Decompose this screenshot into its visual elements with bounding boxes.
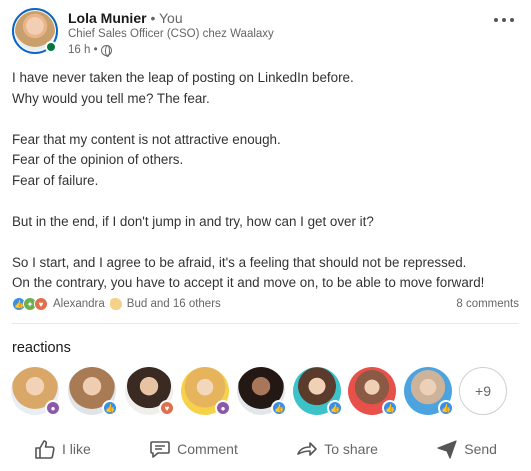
love-icon: ♥ bbox=[159, 400, 175, 416]
reactor-avatar[interactable]: ♥ bbox=[125, 367, 175, 416]
post-header: Lola Munier • You Chief Sales Officer (C… bbox=[12, 8, 519, 60]
post-line: Fear that my content is not attractive e… bbox=[12, 131, 281, 147]
reaction-icons[interactable]: 👍 ✦ ♥ bbox=[12, 297, 48, 311]
reactor-avatar[interactable]: 👍 bbox=[293, 367, 343, 416]
like-icon: 👍 bbox=[327, 400, 343, 416]
send-button[interactable]: Send bbox=[436, 439, 497, 459]
post-actions: I like Comment To share Send bbox=[12, 432, 519, 466]
like-label: I like bbox=[62, 441, 91, 457]
like-icon bbox=[35, 440, 55, 459]
love-icon: ♥ bbox=[34, 297, 48, 311]
author-name[interactable]: Lola Munier bbox=[68, 10, 147, 26]
insightful-icon: ● bbox=[45, 400, 61, 416]
share-label: To share bbox=[324, 441, 378, 457]
post-line: Fear of failure. bbox=[12, 172, 99, 188]
first-reactor: Alexandra bbox=[53, 298, 105, 310]
author-line: Lola Munier • You bbox=[68, 10, 183, 26]
reactors-list: ● 👍 ♥ ● 👍 👍 👍 👍 +9 bbox=[11, 367, 521, 417]
post-line: On the contrary, you have to accept it a… bbox=[12, 275, 485, 290]
online-status-icon bbox=[45, 41, 57, 53]
comments-count[interactable]: 8 comments bbox=[456, 298, 519, 310]
post-meta: 16 h • bbox=[68, 44, 112, 57]
post-line: But in the end, if I don't jump in and t… bbox=[12, 213, 374, 229]
author-title: Chief Sales Officer (CSO) chez Waalaxy bbox=[68, 28, 274, 40]
send-icon bbox=[437, 440, 457, 459]
send-label: Send bbox=[464, 441, 497, 457]
author-relation: • You bbox=[146, 10, 183, 26]
reactor-avatar[interactable]: 👍 bbox=[348, 367, 398, 416]
post-line: I have never taken the leap of posting o… bbox=[12, 70, 354, 85]
like-icon: 👍 bbox=[438, 400, 454, 416]
reactions-title: reactions bbox=[12, 340, 71, 356]
social-counts: 👍 ✦ ♥ Alexandra Bud and 16 others 8 comm… bbox=[12, 294, 519, 314]
insightful-icon: ● bbox=[215, 400, 231, 416]
reactor-avatar[interactable]: 👍 bbox=[237, 367, 287, 416]
clap-icon bbox=[109, 298, 122, 310]
like-icon: 👍 bbox=[382, 400, 398, 416]
share-button[interactable]: To share bbox=[296, 439, 378, 459]
more-reactors-button[interactable]: +9 bbox=[459, 367, 507, 415]
post-line: Fear of the opinion of others. bbox=[12, 152, 184, 167]
like-icon: 👍 bbox=[271, 400, 287, 416]
post-time: 16 h • bbox=[68, 44, 98, 56]
reactor-avatar[interactable]: ● bbox=[11, 367, 61, 416]
post-body: I have never taken the leap of posting o… bbox=[12, 68, 522, 294]
reactor-avatar[interactable]: 👍 bbox=[68, 367, 118, 416]
like-button[interactable]: I like bbox=[34, 439, 91, 459]
comment-button[interactable]: Comment bbox=[149, 439, 238, 459]
reactor-avatar[interactable]: 👍 bbox=[404, 367, 454, 416]
more-horizontal-icon bbox=[494, 18, 514, 22]
like-icon: 👍 bbox=[102, 400, 118, 416]
globe-icon bbox=[100, 44, 112, 57]
reactor-avatar[interactable]: ● bbox=[181, 367, 231, 416]
reactors-summary[interactable]: Alexandra Bud and 16 others bbox=[53, 298, 221, 310]
comment-label: Comment bbox=[177, 441, 238, 457]
share-arrow-icon bbox=[297, 442, 318, 456]
comment-icon bbox=[150, 441, 170, 458]
divider bbox=[12, 323, 519, 324]
second-reactor: Bud and 16 others bbox=[126, 298, 221, 310]
post-line: So I start, and I agree to be afraid, it… bbox=[12, 254, 467, 270]
post-line: Why would you tell me? The fear. bbox=[12, 90, 210, 106]
more-options-button[interactable] bbox=[493, 8, 515, 26]
